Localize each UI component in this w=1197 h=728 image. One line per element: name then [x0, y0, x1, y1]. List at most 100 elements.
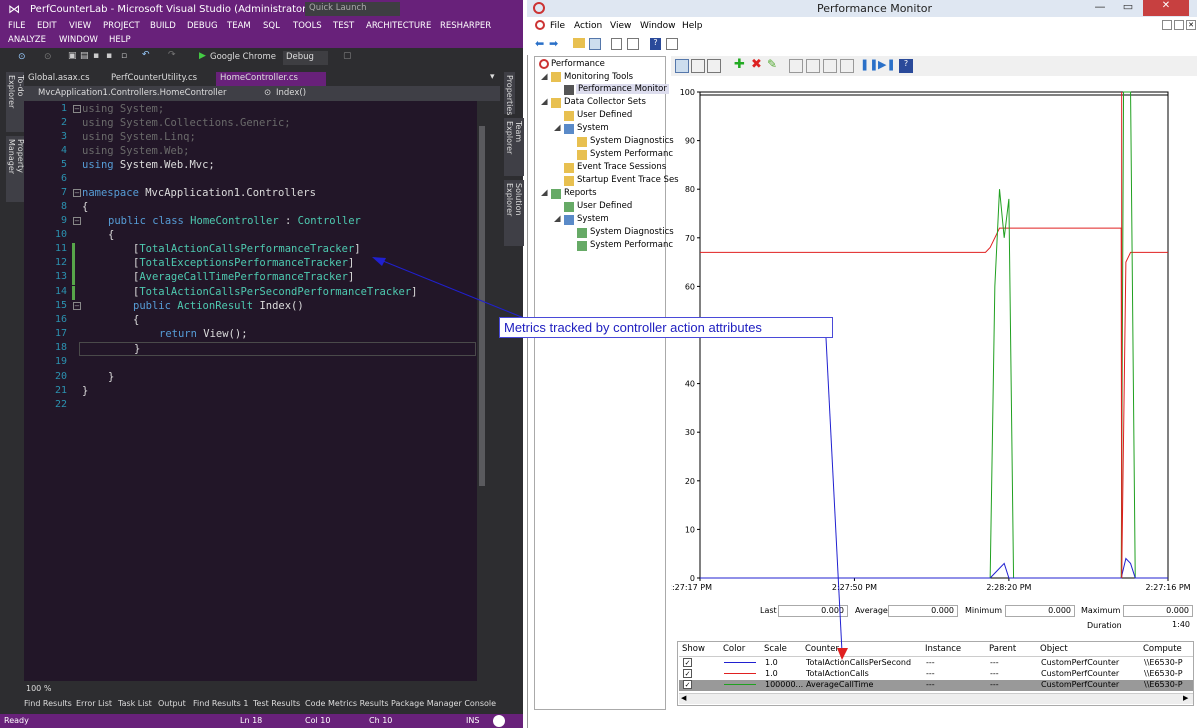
tree-user-defined[interactable]: User Defined — [577, 110, 632, 120]
expand-icon[interactable]: ◢ — [554, 214, 561, 224]
legend-row[interactable]: ✓ 1.0 TotalActionCallsPerSecond --- --- … — [679, 658, 1193, 668]
back-icon[interactable]: ⊙ — [18, 52, 26, 62]
tree-monitoring-tools[interactable]: Monitoring Tools — [564, 72, 633, 82]
add-counter-icon[interactable]: ✚ — [734, 57, 748, 72]
zoom-dropdown[interactable]: 100 % — [26, 684, 51, 693]
export-icon[interactable] — [627, 38, 639, 50]
scroll-right-icon[interactable]: ▶ — [1183, 694, 1188, 702]
editor-scrollbar[interactable] — [477, 101, 487, 681]
menu-resharper[interactable]: RESHARPER — [440, 21, 491, 31]
view-log-data-icon[interactable] — [691, 59, 705, 73]
tab-find-results[interactable]: Find Results — [24, 699, 72, 708]
properties-icon[interactable] — [611, 38, 622, 50]
menu-view[interactable]: VIEW — [69, 21, 91, 31]
menu-file[interactable]: File — [550, 21, 565, 31]
solution-explorer-tab[interactable]: Solution Explorer — [504, 180, 524, 246]
config-dropdown[interactable]: Debug — [283, 51, 328, 65]
todo-explorer-tab[interactable]: To-do Explorer — [6, 72, 26, 132]
up-folder-icon[interactable] — [573, 38, 585, 48]
copy-icon[interactable]: ▫ — [121, 51, 127, 61]
expand-icon[interactable]: ◢ — [541, 188, 548, 198]
menu-build[interactable]: BUILD — [150, 21, 176, 31]
zoom-icon[interactable] — [840, 59, 854, 73]
legend-row[interactable]: ✓ 1.0 TotalActionCalls --- --- CustomPer… — [679, 669, 1193, 679]
tree-system-performance[interactable]: System Performanc — [590, 149, 673, 159]
menu-file[interactable]: FILE — [8, 21, 26, 31]
play-icon[interactable]: ▶ — [199, 51, 206, 61]
fold-toggle-icon[interactable]: − — [73, 217, 81, 225]
legend-header-counter[interactable]: Counter — [805, 644, 839, 654]
menu-action[interactable]: Action — [574, 21, 602, 31]
scroll-left-icon[interactable]: ◀ — [681, 694, 686, 702]
child-restore-button[interactable] — [1174, 20, 1184, 30]
tree-performance-monitor[interactable]: Performance Monitor — [576, 84, 669, 94]
class-nav-dropdown[interactable]: MvcApplication1.Controllers.HomeControll… — [38, 88, 227, 98]
tab-find-results-1[interactable]: Find Results 1 — [193, 699, 248, 708]
undo-icon[interactable]: ↶ — [142, 50, 150, 60]
notification-icon[interactable] — [493, 715, 505, 727]
tab-global-asax[interactable]: Global.asax.cs — [24, 72, 94, 86]
tab-dropdown-icon[interactable]: ▾ — [490, 72, 495, 82]
tree-reports-system[interactable]: System — [577, 214, 609, 224]
expand-icon[interactable]: ◢ — [554, 123, 561, 133]
forward-icon[interactable]: ➡ — [549, 37, 558, 50]
properties-icon[interactable] — [823, 59, 837, 73]
legend-show-checkbox[interactable]: ✓ — [683, 669, 692, 678]
maximize-button[interactable]: ▭ — [1115, 0, 1141, 14]
menu-edit[interactable]: EDIT — [37, 21, 57, 31]
properties-tab[interactable]: Properties — [504, 72, 515, 115]
show-tree-icon[interactable] — [589, 38, 601, 50]
freeze-display-icon[interactable]: ❚❚ — [860, 58, 878, 72]
tab-output[interactable]: Output — [158, 699, 186, 708]
open-icon[interactable]: ▤ — [80, 51, 89, 61]
tree-system[interactable]: System — [577, 123, 609, 133]
menu-window[interactable]: Window — [640, 21, 676, 31]
legend-header-show[interactable]: Show — [682, 644, 705, 654]
tab-homecontroller[interactable]: HomeController.cs — [216, 72, 326, 86]
legend-header-color[interactable]: Color — [723, 644, 745, 654]
tree-reports-system-diagnostics[interactable]: System Diagnostics — [590, 227, 674, 237]
save-all-icon[interactable]: ▪ — [106, 51, 112, 61]
menu-team[interactable]: TEAM — [227, 21, 251, 31]
new-project-icon[interactable]: ▣ — [68, 51, 77, 61]
menu-window[interactable]: WINDOW — [59, 35, 98, 45]
team-explorer-tab[interactable]: Team Explorer — [504, 118, 524, 176]
menu-view[interactable]: View — [610, 21, 631, 31]
menu-tools[interactable]: TOOLS — [293, 21, 322, 31]
member-nav-dropdown[interactable]: Index() — [276, 88, 306, 98]
menu-analyze[interactable]: ANALYZE — [8, 35, 46, 45]
fold-toggle-icon[interactable]: − — [73, 189, 81, 197]
help-icon[interactable]: ? — [899, 59, 913, 73]
fold-toggle-icon[interactable]: − — [73, 105, 81, 113]
menu-architecture[interactable]: ARCHITECTURE — [366, 21, 431, 31]
legend-header-instance[interactable]: Instance — [925, 644, 961, 654]
legend-header-scale[interactable]: Scale — [764, 644, 787, 654]
quick-launch-input[interactable]: Quick Launch — [305, 2, 400, 16]
save-icon[interactable]: ▪ — [93, 51, 99, 61]
expand-icon[interactable]: ◢ — [541, 72, 548, 82]
legend-row-selected[interactable]: ✓ 100000... AverageCallTime --- --- Cust… — [679, 680, 1193, 691]
expand-icon[interactable]: ◢ — [541, 97, 548, 107]
tree-performance[interactable]: Performance — [551, 59, 605, 69]
tab-perfcounterutility[interactable]: PerfCounterUtility.cs — [107, 72, 201, 86]
view-icon[interactable] — [666, 38, 678, 50]
legend-header-computer[interactable]: Compute — [1143, 644, 1182, 654]
legend-show-checkbox[interactable]: ✓ — [683, 680, 692, 689]
menu-project[interactable]: PROJECT — [103, 21, 140, 31]
highlight-icon[interactable]: ✎ — [767, 57, 781, 71]
view-current-activity-icon[interactable] — [675, 59, 689, 73]
tree-reports-user-defined[interactable]: User Defined — [577, 201, 632, 211]
update-data-icon[interactable]: ▶❚ — [878, 58, 896, 72]
tab-package-manager[interactable]: Package Manager Console — [391, 699, 496, 708]
menu-test[interactable]: TEST — [333, 21, 354, 31]
help-icon[interactable]: ? — [650, 38, 661, 50]
menu-sql[interactable]: SQL — [263, 21, 280, 31]
back-icon[interactable]: ⬅ — [535, 37, 544, 50]
tab-test-results[interactable]: Test Results — [253, 699, 300, 708]
tab-error-list[interactable]: Error List — [76, 699, 112, 708]
tree-event-trace-sessions[interactable]: Event Trace Sessions — [577, 162, 666, 172]
tree-reports-system-performance[interactable]: System Performanc — [590, 240, 673, 250]
change-graph-type-icon[interactable] — [707, 59, 721, 73]
menu-help[interactable]: HELP — [109, 35, 131, 45]
child-minimize-button[interactable] — [1162, 20, 1172, 30]
